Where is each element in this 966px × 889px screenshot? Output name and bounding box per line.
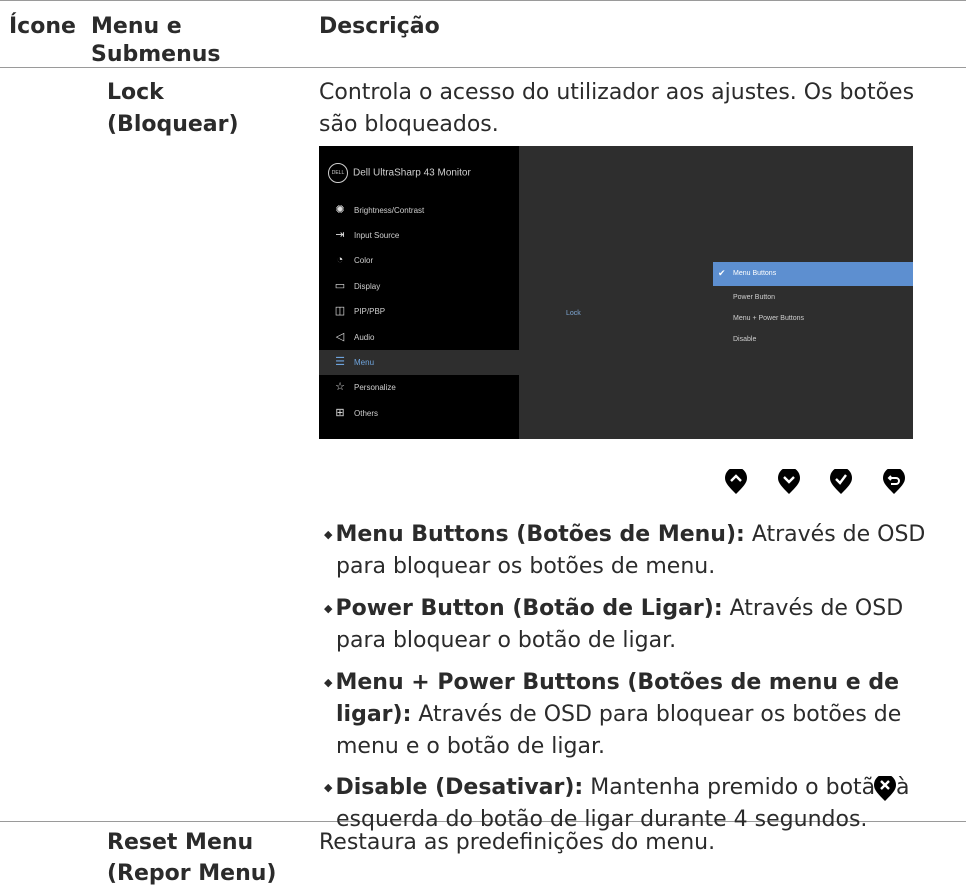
osd-item-label: Others	[354, 409, 379, 418]
column-header-menu-line2: Submenus	[91, 42, 221, 67]
bullet-power-button: ◆ Power Button (Botão de Ligar): Através …	[324, 593, 964, 625]
osd-item-label: PIP/PBP	[354, 307, 386, 316]
bullet-diamond-icon: ◆	[324, 676, 333, 689]
pip-icon: ◫	[334, 305, 346, 317]
bullet-term: Menu Buttons (Botões de Menu):	[335, 522, 745, 547]
column-header-icon: Ícone	[9, 14, 76, 39]
osd-item-label: Input Source	[354, 231, 400, 240]
bullet-power-button-cont: para bloquear o botão de ligar.	[336, 628, 677, 653]
chevron-down-icon[interactable]	[778, 469, 800, 494]
column-header-description: Descrição	[319, 14, 440, 39]
bullet-term: Disable (Desativar):	[335, 775, 584, 800]
osd-item-label: Display	[354, 282, 381, 291]
bullet-diamond-icon: ◆	[324, 602, 333, 615]
osd-item-brightness[interactable]: ✺ Brightness/Contrast	[319, 198, 519, 223]
bullet-menu-power-cont2: menu e o botão de ligar.	[336, 734, 605, 759]
bullet-menu-power: ◆ Menu + Power Buttons (Botões de menu e …	[324, 667, 964, 699]
back-icon[interactable]	[883, 469, 905, 494]
osd-option-menu-buttons[interactable]: ✔ Menu Buttons	[713, 262, 913, 286]
bullet-disable: ◆ Disable (Desativar): Mantenha premido o…	[324, 772, 964, 804]
osd-option-label: Power Button	[733, 294, 776, 301]
osd-item-others[interactable]: ⊞ Others	[319, 401, 519, 426]
speaker-icon: ◁	[335, 331, 345, 343]
osd-item-pip[interactable]: ◫ PIP/PBP	[319, 299, 519, 324]
osd-option-label: Menu + Power Buttons	[733, 315, 805, 322]
osd-submenu-lock[interactable]: Lock	[566, 310, 581, 317]
bullet-text: Através de OSD para bloquear os botões d…	[411, 702, 902, 727]
bullet-term: ligar):	[336, 702, 412, 727]
osd-item-audio[interactable]: ◁ Audio	[319, 325, 519, 350]
osd-item-personalize[interactable]: ☆ Personalize	[319, 375, 519, 400]
osd-item-input-source[interactable]: ⇥ Input Source	[319, 223, 519, 248]
column-header-menu-line1: Menu e	[91, 14, 182, 39]
dell-logo-icon: DELL	[328, 163, 348, 183]
osd-option-label: Disable	[733, 336, 757, 343]
bullet-text: Através de OSD	[722, 596, 904, 621]
osd-item-label: Color	[354, 256, 374, 265]
bullet-menu-power-cont1: ligar): Através de OSD para bloquear os …	[336, 699, 966, 731]
bullet-diamond-icon: ◆	[324, 528, 333, 541]
bullet-diamond-icon: ◆	[324, 781, 333, 794]
palette-icon: ◔	[336, 254, 344, 266]
osd-option-disable[interactable]: Disable	[713, 328, 913, 352]
bullet-text: Através de OSD	[744, 522, 926, 547]
osd-item-color[interactable]: ◔ Color	[319, 248, 519, 273]
bullet-text: Mantenha premido o botão	[583, 775, 889, 800]
bullet-disable-tail: à	[896, 775, 910, 800]
osd-item-display[interactable]: ▭ Display	[319, 274, 519, 299]
osd-menu-panel: DELL Dell UltraSharp 43 Monitor ✺ Brightne…	[319, 146, 519, 439]
bullet-menu-buttons: ◆ Menu Buttons (Botões de Menu): Através …	[324, 519, 964, 551]
bullet-term: Power Button (Botão de Ligar):	[335, 596, 723, 621]
lock-label-line2: (Bloquear)	[107, 112, 239, 137]
chevron-up-icon[interactable]	[725, 469, 747, 494]
lock-description-line2: são bloqueados.	[319, 112, 499, 137]
osd-item-label: Audio	[354, 333, 375, 342]
osd-screenshot: DELL Dell UltraSharp 43 Monitor ✺ Brightne…	[319, 146, 913, 439]
osd-title: Dell UltraSharp 43 Monitor	[353, 167, 471, 179]
monitor-icon: ▭	[334, 280, 346, 292]
menu-icon: ☰	[335, 356, 345, 368]
check-icon: ✔	[718, 268, 726, 278]
osd-item-label: Personalize	[354, 383, 396, 392]
table-top-rule	[0, 0, 966, 1]
osd-header: DELL Dell UltraSharp 43 Monitor	[328, 163, 471, 183]
reset-label-line2: (Repor Menu)	[107, 861, 277, 886]
others-icon: ⊞	[335, 407, 345, 419]
lock-description-line1: Controla o acesso do utilizador aos ajus…	[319, 80, 915, 105]
osd-item-menu[interactable]: ☰ Menu	[319, 350, 519, 375]
star-icon: ☆	[335, 381, 345, 393]
sun-icon: ✺	[335, 204, 345, 216]
osd-item-label: Brightness/Contrast	[354, 206, 425, 215]
osd-option-label: Menu Buttons	[733, 270, 777, 277]
reset-label-line1: Reset Menu	[107, 830, 254, 855]
lock-label-line1: Lock	[107, 80, 164, 105]
close-icon	[874, 776, 896, 801]
input-icon: ⇥	[335, 229, 345, 241]
osd-item-label: Menu	[354, 358, 375, 367]
bullet-term: Menu + Power Buttons (Botões de menu e d…	[335, 670, 899, 695]
reset-description: Restaura as predefinições do menu.	[319, 830, 716, 855]
bullet-menu-buttons-cont: para bloquear os botões de menu.	[336, 554, 716, 579]
check-icon[interactable]	[830, 469, 852, 494]
